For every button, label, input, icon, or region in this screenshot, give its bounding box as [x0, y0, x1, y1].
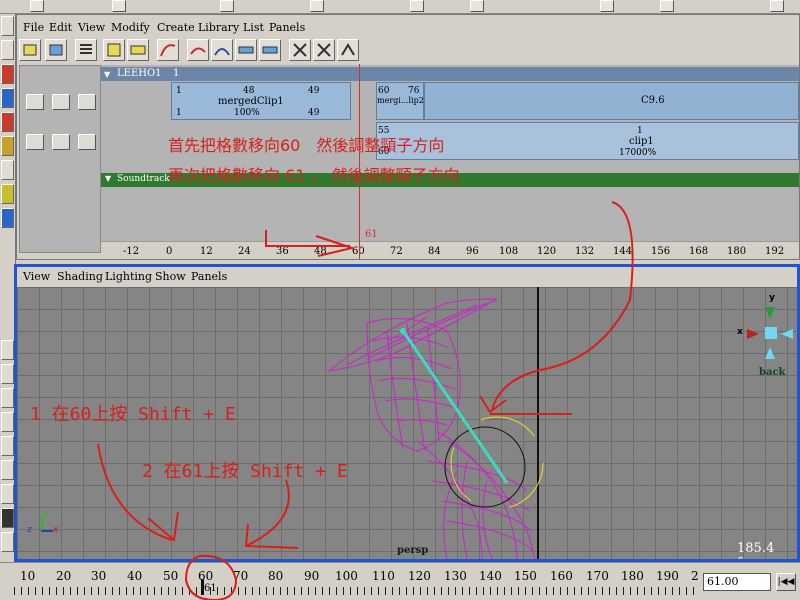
annotation-strokes: [97, 201, 634, 600]
